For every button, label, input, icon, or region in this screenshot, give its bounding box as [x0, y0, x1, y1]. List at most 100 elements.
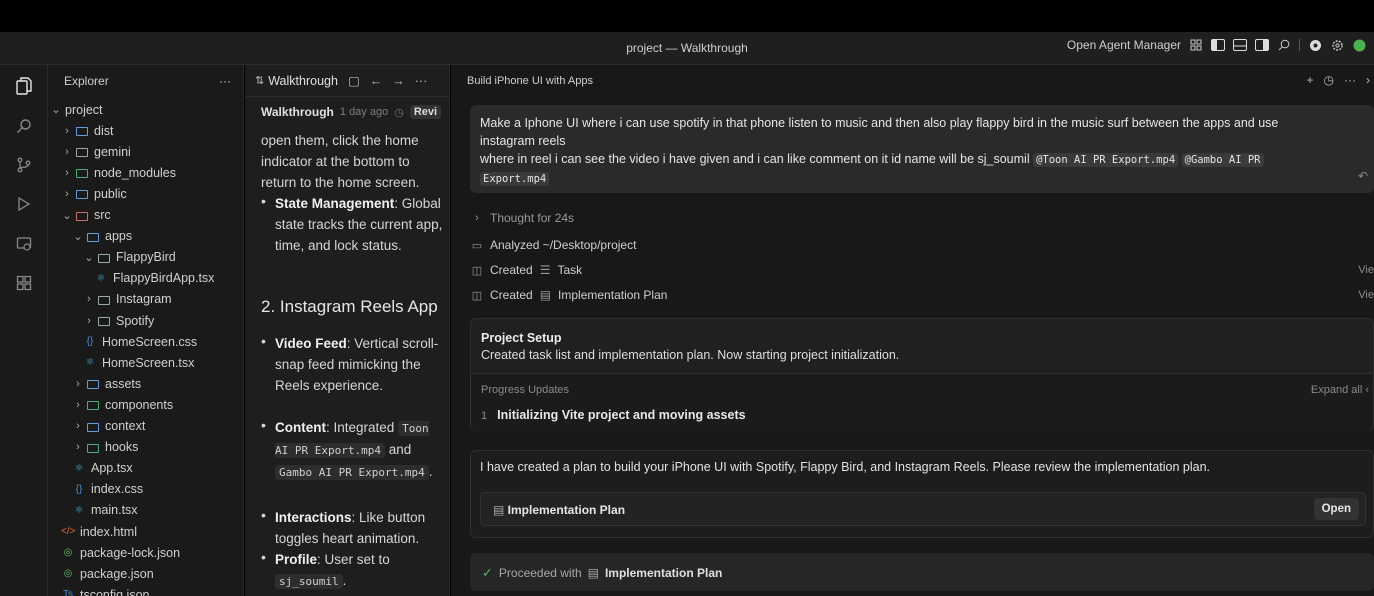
title-bar-actions: Open Agent Manager [1067, 38, 1366, 52]
tree-item-apps[interactable]: ⌄ apps [72, 226, 132, 247]
prompt-line-with-files: where in reel i can see the video i have… [480, 150, 1364, 169]
forward-arrow-icon[interactable]: → [392, 74, 405, 88]
tree-item-label: App.tsx [91, 461, 133, 476]
tree-item-homescreen-css[interactable]: {} HomeScreen.css [83, 331, 198, 352]
view-task-link[interactable]: Vie [1358, 264, 1374, 276]
open-agent-manager-link[interactable]: Open Agent Manager [1067, 38, 1181, 52]
more-actions-icon[interactable]: ··· [1344, 73, 1356, 87]
plan-link[interactable]: ▤ Implementation Plan [493, 503, 625, 517]
tab-walkthrough-label: Walkthrough [268, 73, 338, 88]
chevron-right-icon: › [87, 314, 91, 327]
tree-item-project[interactable]: ⌄ project [50, 99, 103, 120]
attached-file-chip[interactable]: @Gambo AI PR [1181, 153, 1264, 167]
attached-file-chip[interactable]: @Toon AI PR Export.mp4 [1033, 153, 1179, 167]
back-arrow-icon[interactable]: ← [370, 74, 383, 88]
toggle-secondary-sidebar-icon[interactable] [1255, 38, 1269, 52]
remote-explorer-icon[interactable] [13, 233, 35, 255]
tree-item-label: project [65, 102, 103, 117]
more-actions-icon[interactable]: ··· [415, 74, 428, 88]
folder-icon [98, 295, 110, 305]
search-icon[interactable] [1277, 38, 1291, 52]
tree-item-label: public [94, 186, 127, 201]
tree-item-index-css[interactable]: {} index.css [72, 479, 143, 500]
explorer-files-icon[interactable] [13, 75, 35, 97]
interactions-title: Interactions [275, 510, 352, 525]
task-list-icon: ☰ [539, 263, 551, 277]
extension-icon[interactable] [1308, 38, 1322, 52]
tree-item-app-tsx[interactable]: ⚛ App.tsx [72, 458, 133, 479]
tree-item-context[interactable]: › context [72, 416, 145, 437]
created-task-link[interactable]: Task [557, 263, 582, 277]
tree-item-flappybird[interactable]: ⌄ FlappyBird [83, 247, 175, 268]
interactions-item: Interactions: Like button toggles heart … [275, 507, 446, 549]
tree-item-instagram[interactable]: › Instagram [83, 289, 171, 310]
new-chat-icon[interactable]: + [1307, 73, 1314, 87]
tree-item-flappybirdapp-tsx[interactable]: ⚛ FlappyBirdApp.tsx [94, 268, 215, 289]
layout-grid-icon[interactable] [1189, 38, 1203, 52]
explorer-panel: Explorer ··· ⌄ project › dist › gemini › node_m… [48, 65, 244, 596]
close-icon[interactable]: › [1366, 73, 1370, 87]
extensions-icon[interactable] [13, 272, 35, 294]
explorer-header: Explorer ··· [48, 65, 243, 97]
agent-panel: Build iPhone UI with Apps + ◷ ··· › Make… [451, 65, 1374, 596]
html-file-icon: </> [61, 526, 76, 537]
search-icon[interactable] [13, 115, 35, 137]
chevron-right-icon: › [76, 377, 80, 390]
view-plan-link[interactable]: Vie [1358, 289, 1374, 301]
folder-icon [98, 253, 110, 263]
tree-item-hooks[interactable]: › hooks [72, 437, 138, 458]
tree-item-homescreen-tsx[interactable]: ⚛ HomeScreen.tsx [83, 352, 195, 373]
folder-icon [87, 422, 99, 432]
source-control-icon[interactable] [13, 154, 35, 176]
profile-end: . [342, 573, 347, 588]
video-feed-item: Video Feed: Vertical scroll-snap feed mi… [275, 333, 446, 396]
implementation-plan-card[interactable]: ▤ Implementation Plan Open [480, 492, 1366, 526]
undo-icon[interactable]: ↶ [1358, 167, 1368, 185]
folder-icon [76, 190, 88, 200]
book-icon: ◫ [471, 289, 483, 302]
tree-item-node-modules[interactable]: › node_modules [61, 162, 176, 183]
tree-item-package-lock-json[interactable]: ◎ package-lock.json [61, 542, 180, 563]
user-prompt-bubble: Make a Iphone UI where i can use spotify… [470, 105, 1374, 193]
expand-all-button[interactable]: Expand all ‹ [1311, 384, 1369, 396]
history-icon[interactable]: ◷ [1324, 73, 1334, 87]
css-file-icon: {} [75, 483, 83, 495]
proceeded-plan-link[interactable]: Implementation Plan [605, 566, 722, 580]
thought-step[interactable]: › Thought for 24s [471, 211, 574, 225]
tree-item-gemini[interactable]: › gemini [61, 141, 131, 162]
tree-item-assets[interactable]: › assets [72, 373, 141, 394]
toggle-sidebar-icon[interactable] [1211, 38, 1225, 52]
tree-item-label: components [105, 397, 174, 412]
account-avatar-icon[interactable] [1352, 38, 1366, 52]
folder-icon [76, 211, 88, 221]
walkthrough-timestamp: 1 day ago [339, 106, 389, 118]
run-debug-icon[interactable] [13, 193, 35, 215]
chevron-down-icon: ⌄ [73, 230, 83, 243]
created-plan-link[interactable]: Implementation Plan [558, 288, 667, 302]
tree-item-dist[interactable]: › dist [61, 120, 113, 141]
tree-item-spotify[interactable]: › Spotify [83, 310, 154, 331]
tree-item-index-html[interactable]: </> index.html [61, 521, 137, 542]
section-heading: 2. Instagram Reels App [261, 297, 438, 316]
tab-walkthrough[interactable]: ⇅ Walkthrough [255, 74, 338, 88]
video-feed-title: Video Feed [275, 336, 347, 351]
review-button[interactable]: Revi [409, 105, 442, 119]
tree-item-main-tsx[interactable]: ⚛ main.tsx [72, 500, 138, 521]
open-plan-button[interactable]: Open [1313, 498, 1359, 520]
tree-item-package-json[interactable]: ◎ package.json [61, 563, 154, 584]
folder-icon [76, 148, 88, 158]
tree-item-public[interactable]: › public [61, 183, 127, 204]
explorer-more-button[interactable]: ··· [219, 74, 231, 88]
tree-item-label: package.json [80, 566, 154, 581]
split-editor-icon[interactable]: ▢ [348, 73, 360, 88]
tree-item-label: index.css [91, 482, 144, 497]
tree-item-tsconfig-json[interactable]: Ts tsconfig.json [61, 584, 149, 596]
tree-item-components[interactable]: › components [72, 394, 173, 415]
content-text: : Integrated [326, 420, 395, 435]
activity-bar [0, 65, 48, 596]
bullet: • [261, 417, 266, 433]
attached-file-chip-continued[interactable]: Export.mp4 [480, 172, 550, 186]
tree-item-src[interactable]: ⌄ src [61, 205, 110, 226]
settings-gear-icon[interactable] [1330, 38, 1344, 52]
toggle-panel-icon[interactable] [1233, 38, 1247, 52]
